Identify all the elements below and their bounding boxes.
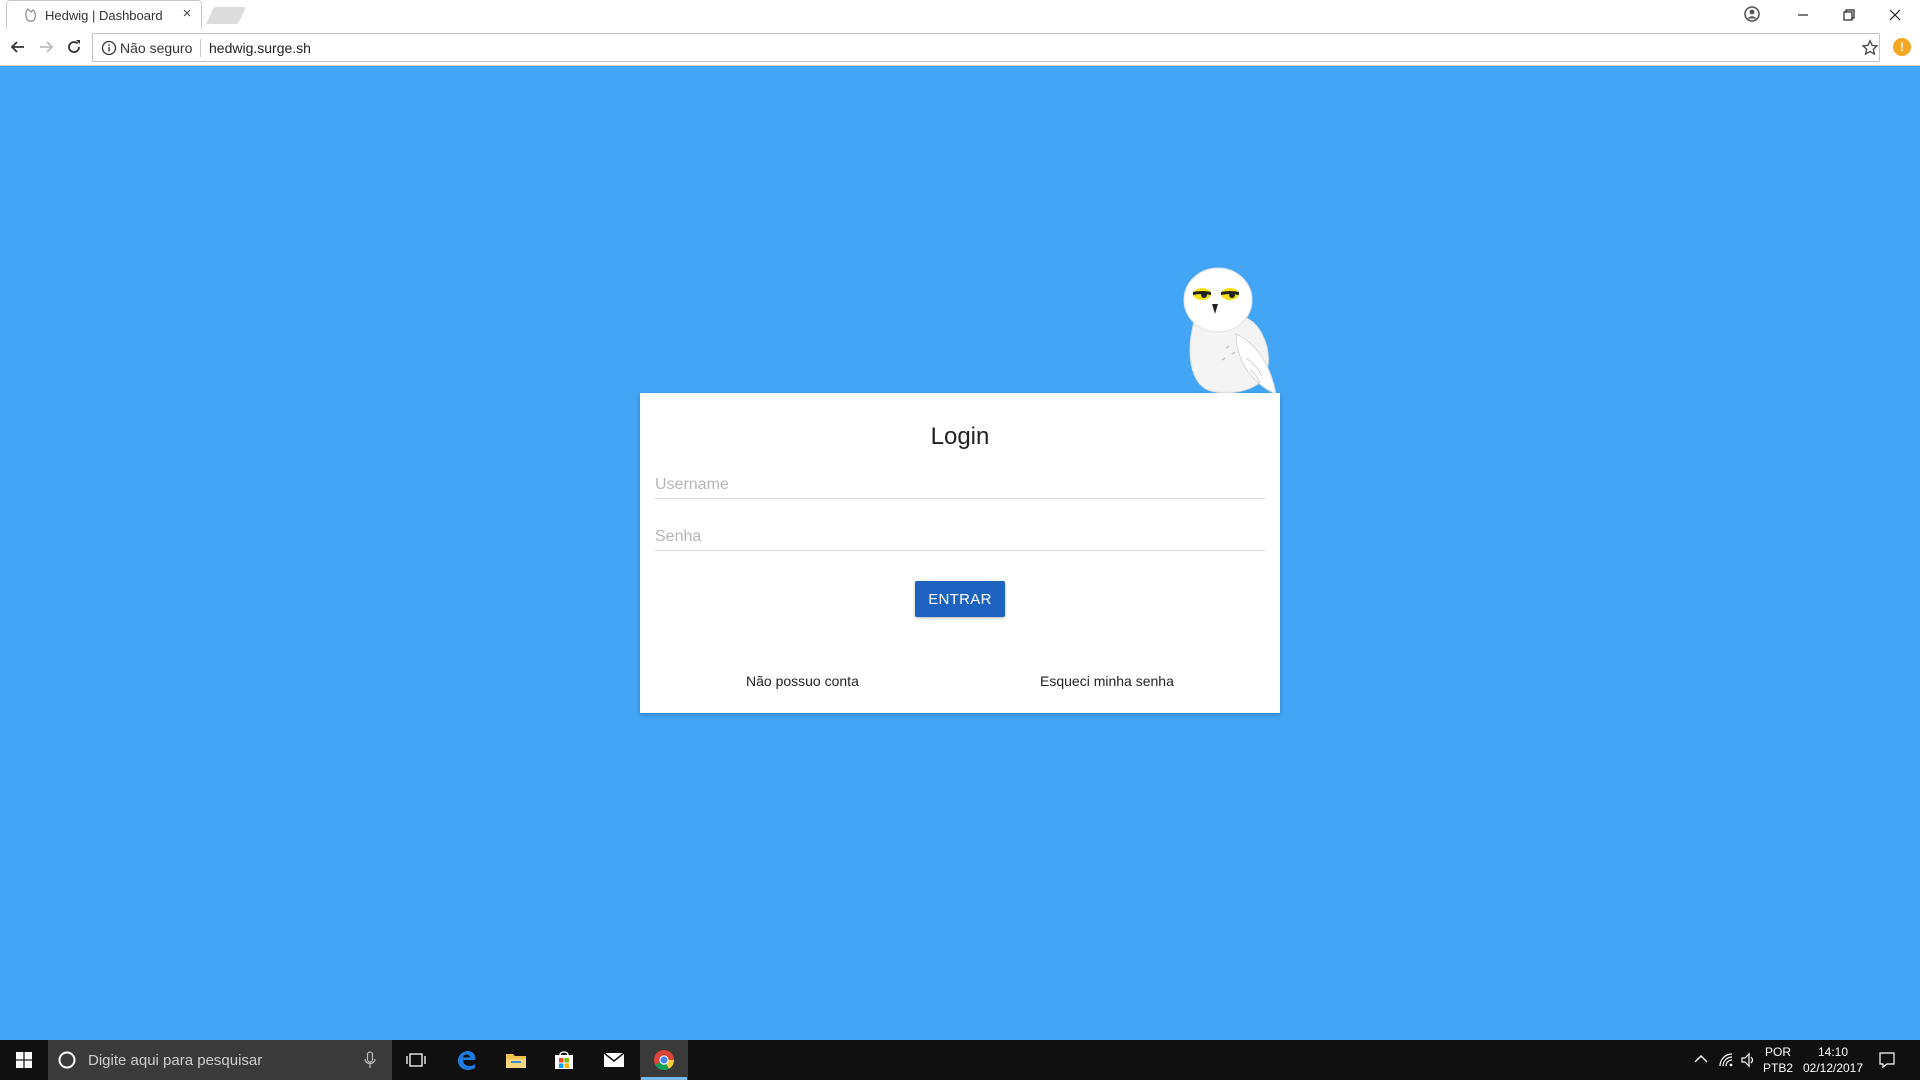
mail-icon	[603, 1052, 625, 1067]
url-text[interactable]: hedwig.surge.sh	[209, 40, 311, 56]
task-view-icon	[406, 1053, 426, 1067]
clock[interactable]: 14:10 02/12/2017	[1798, 1044, 1868, 1076]
wifi-icon[interactable]	[1718, 1052, 1734, 1068]
keyboard-layout: PTB2	[1762, 1061, 1793, 1075]
store-button[interactable]	[540, 1040, 588, 1080]
star-icon[interactable]	[1861, 39, 1879, 57]
clock-date: 02/12/2017	[1802, 1061, 1864, 1075]
chrome-button[interactable]	[640, 1040, 688, 1080]
windows-start-icon	[16, 1052, 32, 1068]
forgot-password-link[interactable]: Esqueci minha senha	[1040, 673, 1174, 689]
minimize-button[interactable]	[1780, 0, 1826, 29]
close-icon	[1889, 9, 1901, 20]
chevron-up-icon[interactable]	[1694, 1054, 1708, 1064]
password-input[interactable]	[655, 515, 1265, 550]
volume-icon[interactable]	[1740, 1052, 1756, 1068]
login-submit-button[interactable]: ENTRAR	[915, 581, 1005, 617]
no-account-link[interactable]: Não possuo conta	[746, 673, 859, 689]
taskbar-search[interactable]: Digite aqui para pesquisar	[48, 1040, 392, 1080]
edge-icon	[458, 1051, 476, 1070]
username-input[interactable]	[655, 463, 1265, 498]
extension-badge[interactable]: !	[1893, 38, 1911, 56]
notification-icon[interactable]	[1878, 1051, 1896, 1069]
security-indicator[interactable]: Não seguro	[120, 40, 192, 56]
close-icon[interactable]: ×	[179, 6, 195, 22]
cortana-icon	[58, 1051, 76, 1069]
language-indicator[interactable]: POR PTB2	[1762, 1044, 1794, 1076]
minimize-icon	[1798, 13, 1808, 16]
address-separator	[200, 39, 201, 57]
chrome-icon	[654, 1050, 675, 1071]
restore-button[interactable]	[1826, 0, 1872, 29]
store-icon	[555, 1051, 573, 1069]
browser-tab[interactable]: Hedwig | Dashboard ×	[6, 0, 202, 29]
login-card: Login ENTRAR Não possuo conta Esqueci mi…	[640, 393, 1280, 713]
forward-icon[interactable]	[36, 37, 56, 57]
browser-toolbar: Não seguro hedwig.surge.sh	[0, 29, 1920, 66]
page-title: Login	[930, 423, 990, 450]
reload-icon[interactable]	[64, 37, 84, 57]
owl-favicon	[25, 8, 36, 22]
mail-button[interactable]	[590, 1040, 638, 1080]
username-field[interactable]	[655, 463, 1265, 499]
search-placeholder: Digite aqui para pesquisar	[88, 1052, 263, 1069]
language-code: POR	[1764, 1045, 1791, 1059]
back-icon[interactable]	[8, 37, 28, 57]
window-close-button[interactable]	[1872, 0, 1918, 29]
microphone-icon[interactable]	[364, 1051, 376, 1069]
task-view-button[interactable]	[392, 1040, 440, 1080]
browser-tab-strip: Hedwig | Dashboard ×	[0, 0, 1920, 29]
restore-icon	[1843, 8, 1855, 21]
start-button[interactable]	[0, 1040, 48, 1080]
info-icon[interactable]	[101, 40, 117, 56]
edge-button[interactable]	[442, 1040, 490, 1080]
password-field[interactable]	[655, 515, 1265, 551]
file-explorer-icon	[506, 1054, 526, 1068]
profile-icon[interactable]	[1743, 5, 1761, 23]
tab-title: Hedwig | Dashboard	[45, 8, 163, 23]
owl-illustration	[1183, 267, 1277, 404]
file-explorer-button[interactable]	[492, 1040, 540, 1080]
new-tab-button[interactable]	[206, 7, 246, 24]
windows-taskbar: Digite aqui para pesquisar POR PTB2 14:1…	[0, 1040, 1920, 1080]
address-bar[interactable]: Não seguro hedwig.surge.sh	[92, 33, 1880, 62]
clock-time: 14:10	[1817, 1045, 1849, 1059]
